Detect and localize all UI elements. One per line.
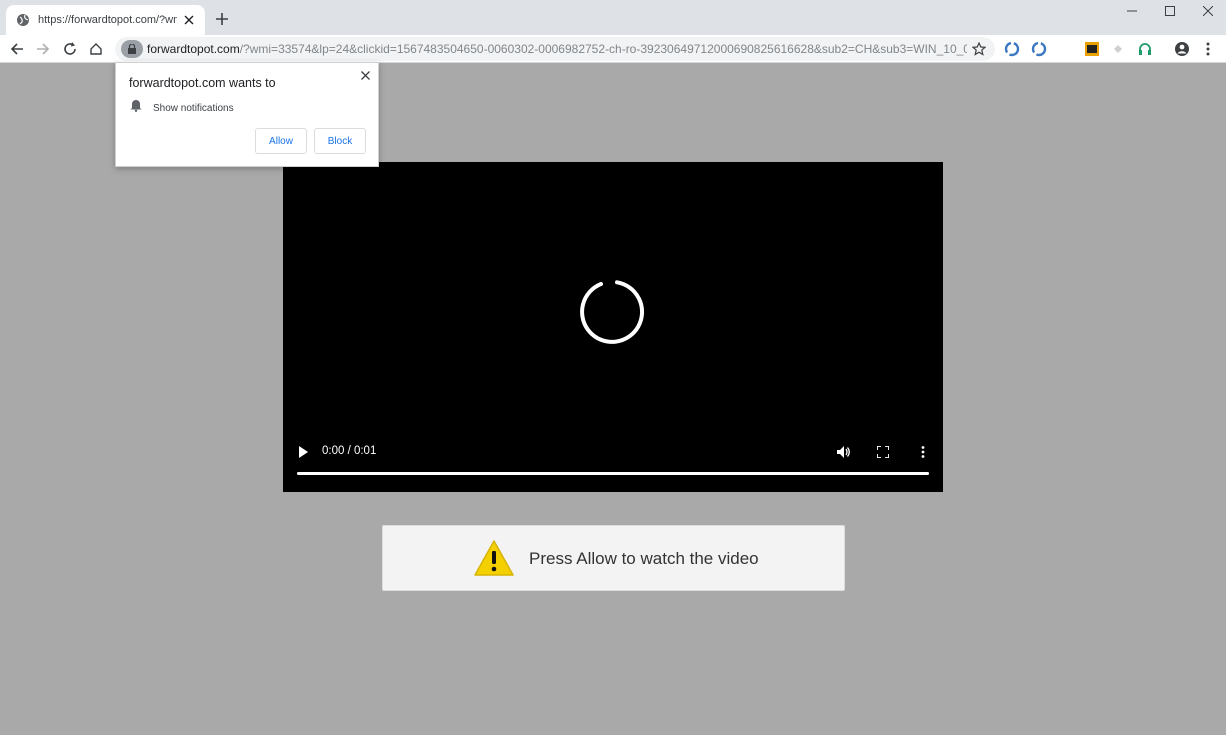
close-window-button[interactable] xyxy=(1189,0,1226,22)
video-progress-bar[interactable] xyxy=(297,472,929,475)
popup-close-icon[interactable] xyxy=(358,68,372,82)
bell-icon xyxy=(130,99,142,117)
warning-icon xyxy=(474,540,514,576)
permission-row: Show notifications xyxy=(130,99,234,117)
profile-avatar-icon[interactable] xyxy=(1172,39,1192,59)
play-icon[interactable] xyxy=(295,444,311,460)
volume-icon[interactable] xyxy=(836,444,852,460)
sync-extension-2-icon[interactable] xyxy=(1029,39,1049,59)
url-path: /?wmi=33574&lp=24&clickid=1567483504650-… xyxy=(239,42,967,56)
video-time: 0:00 / 0:01 xyxy=(322,445,377,457)
home-button[interactable] xyxy=(86,39,106,59)
notification-permission-popup: forwardtopot.com wants to Show notificat… xyxy=(115,62,379,167)
video-menu-icon[interactable] xyxy=(915,444,931,460)
sync-extension-icon[interactable] xyxy=(1002,39,1022,59)
notice-text: Press Allow to watch the video xyxy=(529,549,759,568)
popup-title: forwardtopot.com wants to xyxy=(129,76,276,90)
video-progress-fill xyxy=(297,472,929,475)
loading-spinner-icon xyxy=(580,280,645,344)
browser-toolbar: forwardtopot.com/?wmi=33574&lp=24&clicki… xyxy=(0,35,1226,63)
tab-close-icon[interactable] xyxy=(181,12,197,28)
block-button[interactable]: Block xyxy=(314,128,366,154)
maximize-button[interactable] xyxy=(1151,0,1189,22)
new-tab-button[interactable] xyxy=(212,9,232,29)
url-text: forwardtopot.com/?wmi=33574&lp=24&clicki… xyxy=(147,42,967,56)
menu-dots-icon[interactable] xyxy=(1198,39,1218,59)
headphones-extension-icon[interactable] xyxy=(1135,39,1155,59)
lock-icon[interactable] xyxy=(121,40,143,58)
extension-faded-icon[interactable] xyxy=(1108,39,1128,59)
url-domain: forwardtopot.com xyxy=(147,42,240,56)
allow-button[interactable]: Allow xyxy=(255,128,307,154)
tab-strip: https://forwardtopot.com/?wmi= xyxy=(0,0,1226,35)
tab-title: https://forwardtopot.com/?wmi= xyxy=(38,14,177,26)
extension-box-icon[interactable] xyxy=(1082,39,1102,59)
back-button[interactable] xyxy=(7,39,27,59)
video-player[interactable]: 0:00 / 0:01 xyxy=(283,162,943,492)
allow-notice-box: Press Allow to watch the video xyxy=(382,525,845,591)
video-controls: 0:00 / 0:01 xyxy=(283,440,943,464)
bookmark-star-icon[interactable] xyxy=(969,39,989,59)
address-bar[interactable]: forwardtopot.com/?wmi=33574&lp=24&clicki… xyxy=(115,37,995,61)
fullscreen-icon[interactable] xyxy=(875,444,891,460)
permission-label: Show notifications xyxy=(153,102,234,114)
browser-tab[interactable]: https://forwardtopot.com/?wmi= xyxy=(6,5,205,35)
globe-icon xyxy=(16,13,30,27)
forward-button[interactable] xyxy=(33,39,53,59)
minimize-button[interactable] xyxy=(1113,0,1151,22)
reload-button[interactable] xyxy=(60,39,80,59)
